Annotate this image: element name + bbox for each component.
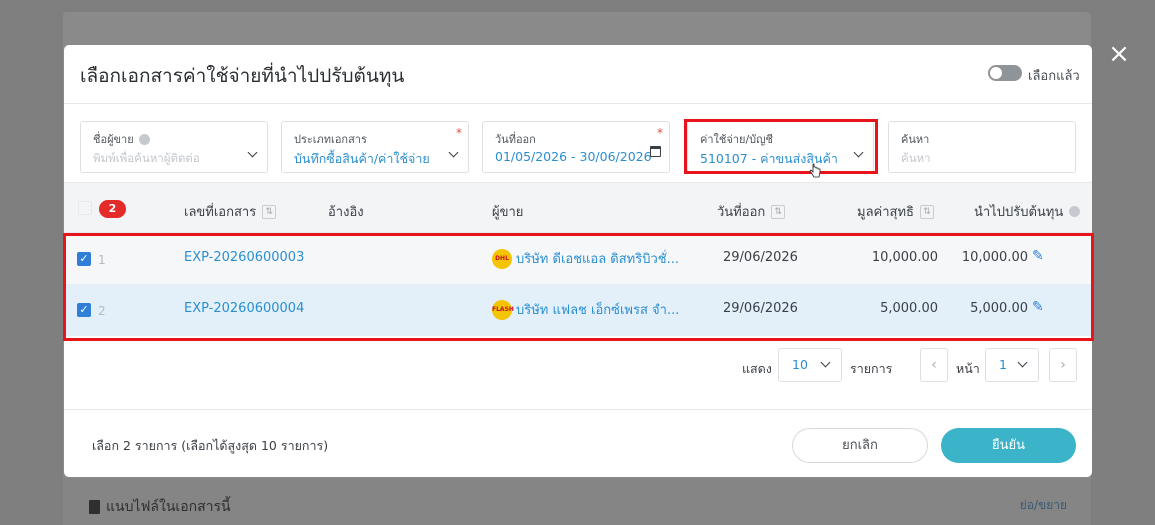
column-vendor: ผู้ขาย — [492, 205, 524, 220]
vendor-filter-label: ชื่อผู้ขาย — [93, 133, 134, 146]
column-net-value[interactable]: มูลค่าสุทธิ ⇅ — [857, 201, 934, 222]
chevron-down-icon — [448, 147, 459, 158]
sort-icon[interactable]: ⇅ — [919, 204, 934, 219]
background-attach-bar: แนบไฟล์ในเอกสารนี้ ย่อ/ขยาย — [63, 478, 1091, 525]
table-row[interactable]: ✓ 1 EXP-20260600003 DHL บริษัท ดีเอชแอล … — [64, 234, 1092, 285]
vendor-filter[interactable]: ชื่อผู้ขาย พิมพ์เพื่อค้นหาผู้ติดต่อ — [80, 121, 268, 173]
show-label: แสดง — [742, 361, 772, 376]
file-icon — [89, 500, 100, 514]
row-checkbox[interactable]: ✓ — [77, 303, 91, 317]
chevron-down-icon — [247, 147, 258, 158]
hand-cursor-icon — [809, 163, 821, 178]
vendor-name[interactable]: บริษัท ดีเอชแอล ดิสทริบิวชั่... — [516, 248, 679, 269]
modal-header: เลือกเอกสารค่าใช้จ่ายที่นำไปปรับต้นทุน เ… — [64, 45, 1092, 104]
sort-icon[interactable]: ⇅ — [771, 204, 786, 219]
doc-no-link[interactable]: EXP-20260600004 — [184, 301, 304, 316]
modal-footer: เลือก 2 รายการ (เลือกได้สูงสุด 10 รายการ… — [64, 409, 1092, 477]
search-input-placeholder: ค้นหา — [901, 151, 931, 165]
vendor-cell[interactable]: DHL บริษัท ดีเอชแอล ดิสทริบิวชั่... — [492, 248, 679, 269]
select-expense-modal: เลือกเอกสารค่าใช้จ่ายที่นำไปปรับต้นทุน เ… — [64, 45, 1092, 477]
select-all-checkbox[interactable] — [78, 201, 92, 215]
collapse-link: ย่อ/ขยาย — [1019, 498, 1067, 512]
vendor-name[interactable]: บริษัท แฟลช เอ็กซ์เพรส จำ... — [516, 299, 679, 320]
pagination: แสดง 10 รายการ ‹ หน้า 1 › — [64, 348, 1092, 382]
per-page-value: 10 — [792, 357, 808, 372]
column-doc-no[interactable]: เลขที่เอกสาร ⇅ — [184, 201, 277, 222]
confirm-button[interactable]: ยืนยัน — [941, 428, 1076, 463]
selected-count-badge: 2 — [99, 200, 126, 218]
row-number: 2 — [98, 304, 106, 318]
prev-page-button[interactable]: ‹ — [920, 348, 948, 382]
expense-account-filter-label: ค่าใช้จ่าย/บัญชี — [700, 133, 773, 146]
search-filter-label: ค้นหา — [901, 133, 930, 146]
issue-date-cell: 29/06/2026 — [723, 301, 798, 316]
selected-only-label: เลือกแล้ว — [1028, 69, 1080, 84]
column-adjust-cost: นำไปปรับต้นทุน — [974, 201, 1081, 222]
chevron-down-icon — [1017, 357, 1028, 368]
doc-type-filter-value: บันทึกซื้อสินค้า/ค่าใช้จ่าย — [294, 151, 430, 166]
chevron-down-icon — [853, 147, 864, 158]
edit-pencil-icon[interactable]: ✎ — [1032, 249, 1047, 264]
required-marker: * — [657, 126, 663, 140]
flash-logo-icon: FLASH — [492, 299, 514, 320]
page-label: หน้า — [956, 361, 980, 376]
close-icon[interactable]: × — [1108, 41, 1130, 67]
edit-pencil-icon[interactable]: ✎ — [1032, 300, 1047, 315]
attach-files-label: แนบไฟล์ในเอกสารนี้ — [89, 496, 231, 518]
dhl-logo-icon: DHL — [492, 248, 512, 269]
adjust-cost-cell: 10,000.00 — [961, 250, 1028, 265]
selected-only-toggle[interactable] — [988, 65, 1022, 81]
net-value-cell: 10,000.00 — [871, 250, 938, 265]
adjust-cost-cell: 5,000.00 — [970, 301, 1028, 316]
cancel-button[interactable]: ยกเลิก — [792, 428, 928, 463]
doc-no-link[interactable]: EXP-20260600003 — [184, 250, 304, 265]
selection-summary: เลือก 2 รายการ (เลือกได้สูงสุด 10 รายการ… — [92, 438, 329, 453]
sort-icon[interactable]: ⇅ — [262, 204, 277, 219]
vendor-filter-placeholder: พิมพ์เพื่อค้นหาผู้ติดต่อ — [93, 151, 200, 165]
search-filter[interactable]: ค้นหา ค้นหา — [888, 121, 1076, 173]
column-issue-date[interactable]: วันที่ออก ⇅ — [717, 201, 786, 222]
filter-bar: ชื่อผู้ขาย พิมพ์เพื่อค้นหาผู้ติดต่อ ประเ… — [80, 121, 1076, 173]
issue-date-filter-value: 01/05/2026 - 30/06/2026 — [495, 149, 652, 164]
issue-date-filter[interactable]: วันที่ออก * 01/05/2026 - 30/06/2026 — [482, 121, 670, 173]
calendar-icon[interactable] — [650, 146, 661, 157]
help-icon — [1069, 206, 1081, 217]
vendor-cell[interactable]: FLASH บริษัท แฟลช เอ็กซ์เพรส จำ... — [492, 299, 679, 320]
help-icon — [138, 133, 150, 145]
doc-type-filter-label: ประเภทเอกสาร — [294, 133, 367, 146]
doc-type-filter[interactable]: ประเภทเอกสาร * บันทึกซื้อสินค้า/ค่าใช้จ่… — [281, 121, 469, 173]
issue-date-filter-label: วันที่ออก — [495, 133, 536, 146]
row-checkbox[interactable]: ✓ — [77, 252, 91, 266]
row-number: 1 — [98, 253, 106, 267]
next-page-button[interactable]: › — [1049, 348, 1077, 382]
table-header: 2 เลขที่เอกสาร ⇅ อ้างอิง ผู้ขาย วันที่ออก… — [64, 182, 1092, 233]
page-select[interactable]: 1 — [985, 348, 1039, 382]
chevron-down-icon — [820, 357, 831, 368]
page-value: 1 — [999, 357, 1007, 372]
required-marker: * — [456, 126, 462, 140]
column-reference: อ้างอิง — [328, 205, 364, 220]
per-page-select[interactable]: 10 — [778, 348, 842, 382]
issue-date-cell: 29/06/2026 — [723, 250, 798, 265]
modal-title: เลือกเอกสารค่าใช้จ่ายที่นำไปปรับต้นทุน — [80, 65, 405, 87]
table-row[interactable]: ✓ 2 EXP-20260600004 FLASH บริษัท แฟลช เอ… — [64, 285, 1092, 336]
items-label: รายการ — [850, 361, 893, 376]
expense-account-filter[interactable]: ค่าใช้จ่าย/บัญชี 510107 - ค่าขนส่งสินค้า — [687, 121, 874, 173]
net-value-cell: 5,000.00 — [880, 301, 938, 316]
toggle-knob — [990, 67, 1002, 79]
